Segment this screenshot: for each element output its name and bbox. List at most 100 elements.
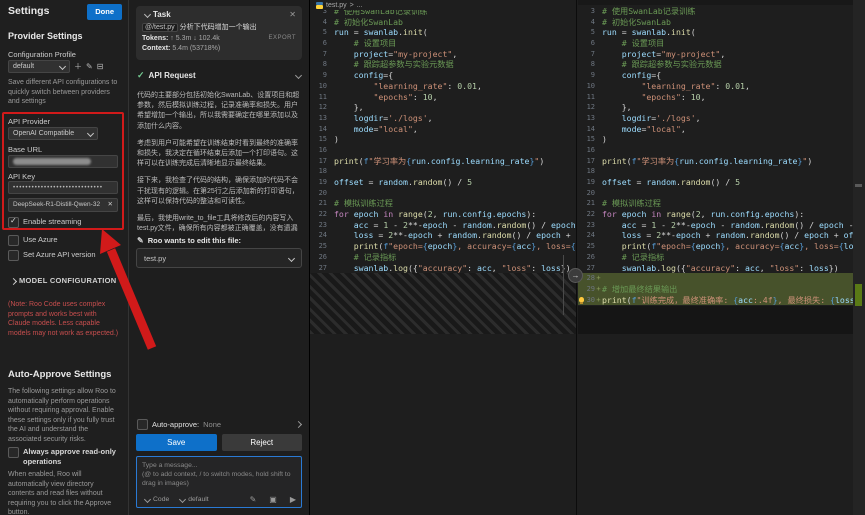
reject-button[interactable]: Reject [222, 434, 303, 451]
set-azure-version-checkbox-row[interactable]: Set Azure API version [8, 250, 96, 261]
code-line[interactable]: 23 acc = 1 - 2**-epoch - random.random()… [578, 220, 865, 231]
breadcrumb[interactable]: test.py > ... [310, 0, 576, 10]
api-key-input[interactable]: ••••••••••••••••••••••••••••• [8, 181, 118, 194]
code-line[interactable]: 6 # 设置项目 [310, 38, 576, 49]
code-line[interactable]: 8 # 跟踪超参数与实验元数据 [578, 59, 865, 70]
pencil-icon: ✎ [137, 236, 144, 245]
enhance-prompt-icon[interactable]: ✎ [250, 495, 257, 504]
profile-select[interactable]: default [8, 60, 70, 73]
message-input[interactable]: Type a message... (@ to add context, / t… [136, 456, 302, 508]
code-line[interactable]: 9 config={ [310, 70, 576, 81]
lightbulb-icon[interactable] [579, 297, 584, 302]
diff-revert-arrow-button[interactable]: → [568, 268, 583, 283]
code-line[interactable]: 10 "learning_rate": 0.01, [578, 81, 865, 92]
api-profile-select[interactable]: default [177, 495, 208, 504]
auto-approve-row[interactable]: Auto-approve: None [137, 419, 301, 430]
add-profile-button[interactable]: ＋ [74, 62, 82, 72]
code-line[interactable]: 16 [578, 145, 865, 156]
model-configuration-toggle[interactable]: MODEL CONFIGURATION [8, 276, 117, 286]
code-line[interactable]: 17print(f"学习率为{run.config.learning_rate}… [310, 156, 576, 167]
code-line[interactable]: 21# 模拟训练过程 [578, 198, 865, 209]
overview-ruler[interactable] [853, 0, 865, 515]
close-task-icon[interactable]: ✕ [289, 10, 296, 19]
code-line[interactable]: 22for epoch in range(2, run.config.epoch… [578, 209, 865, 220]
code-line[interactable]: 18 [310, 166, 576, 177]
code-line[interactable]: 21# 模拟训练过程 [310, 198, 576, 209]
save-button[interactable]: Save [136, 434, 217, 451]
code-line[interactable]: 22for epoch in range(2, run.config.epoch… [310, 209, 576, 220]
code-line[interactable]: 30+print(f"训练完成，最终准确率: {acc:.4f}, 最终损失: … [578, 295, 865, 306]
code-line[interactable]: 15) [310, 134, 576, 145]
code-line[interactable]: 14 mode="local", [310, 124, 576, 135]
enable-streaming-checkbox-row[interactable]: Enable streaming [8, 217, 81, 228]
code-line[interactable]: 16 [310, 145, 576, 156]
mode-select[interactable]: Code [142, 495, 169, 504]
code-line[interactable]: 27 swanlab.log({"accuracy": acc, "loss":… [310, 263, 576, 274]
code-line[interactable]: 8 # 跟踪超参数与实验元数据 [310, 59, 576, 70]
code-line[interactable]: 6 # 设置项目 [578, 38, 865, 49]
code-line[interactable]: 12 }, [310, 102, 576, 113]
python-file-icon [316, 2, 323, 9]
code-line[interactable]: 18 [578, 166, 865, 177]
api-provider-select[interactable]: OpenAI Compatible [8, 127, 98, 140]
code-line[interactable]: 19offset = random.random() / 5 [578, 177, 865, 188]
checkbox-icon[interactable] [8, 447, 19, 458]
model-chip[interactable]: DeepSeek-R1-Distill-Qwen-32 ✕ [8, 198, 118, 212]
code-line[interactable]: 5run = swanlab.init( [310, 27, 576, 38]
code-line[interactable]: 20 [310, 188, 576, 199]
chevron-down-icon[interactable] [144, 11, 151, 18]
chevron-right-icon[interactable] [295, 421, 302, 428]
code-line[interactable]: 20 [578, 188, 865, 199]
code-line[interactable]: 7 project="my-project", [310, 49, 576, 60]
code-line[interactable]: 9 config={ [578, 70, 865, 81]
breadcrumb-more[interactable]: ... [357, 2, 363, 9]
code-line[interactable]: 26 # 记录指标 [578, 252, 865, 263]
checkbox-icon[interactable] [8, 250, 19, 261]
task-file-chip[interactable]: @/test.py [142, 23, 178, 32]
breadcrumb-file[interactable]: test.py [326, 2, 347, 9]
code-line[interactable]: 24 loss = 2**-epoch + random.random() / … [310, 230, 576, 241]
code-line[interactable]: 11 "epochs": 10, [578, 92, 865, 103]
always-approve-checkbox-row[interactable]: Always approve read-only operations [8, 447, 120, 467]
code-line[interactable]: 12 }, [578, 102, 865, 113]
done-button[interactable]: Done [87, 4, 122, 20]
code-line[interactable]: 24 loss = 2**-epoch + random.random() / … [578, 230, 865, 241]
code-line[interactable]: 14 mode="local", [578, 124, 865, 135]
code-line[interactable]: 10 "learning_rate": 0.01, [310, 81, 576, 92]
checkbox-icon[interactable] [8, 235, 19, 246]
code-line[interactable]: 28+ [578, 273, 865, 284]
code-line[interactable]: 25 print(f"epoch={epoch}, accuracy={acc}… [310, 241, 576, 252]
code-line[interactable]: 15) [578, 134, 865, 145]
code-line[interactable]: 5run = swanlab.init( [578, 27, 865, 38]
code-line[interactable]: 13 logdir='./logs', [310, 113, 576, 124]
edit-file-dropdown[interactable]: test.py [136, 248, 302, 268]
base-url-input[interactable] [8, 155, 118, 168]
use-azure-checkbox-row[interactable]: Use Azure [8, 235, 58, 246]
code-line[interactable]: 4# 初始化SwanLab [310, 17, 576, 28]
edit-profile-button[interactable]: ✎ [86, 62, 93, 72]
code-line[interactable]: 25 print(f"epoch={epoch}, accuracy={acc}… [578, 241, 865, 252]
code-line[interactable]: 17print(f"学习率为{run.config.learning_rate}… [578, 156, 865, 167]
scrollbar[interactable] [563, 255, 564, 315]
checkbox-icon[interactable] [137, 419, 148, 430]
code-line[interactable]: 13 logdir='./logs', [578, 113, 865, 124]
code-line[interactable]: 23 acc = 1 - 2**-epoch - random.random()… [310, 220, 576, 231]
add-image-icon[interactable]: ▣ [269, 495, 277, 504]
checkbox-checked-icon[interactable] [8, 217, 19, 228]
code-line[interactable]: 11 "epochs": 10, [310, 92, 576, 103]
code-line[interactable]: 27 swanlab.log({"accuracy": acc, "loss":… [578, 263, 865, 274]
send-icon[interactable]: ▶ [290, 495, 296, 504]
diff-pane-original[interactable]: 3# 使用SwanLab记录训练4# 初始化SwanLab5run = swan… [310, 0, 577, 515]
close-icon[interactable]: ✕ [108, 200, 113, 210]
delete-profile-button[interactable]: ⊟ [97, 62, 104, 72]
code-line[interactable]: 3# 使用SwanLab记录训练 [578, 6, 865, 17]
api-request-row[interactable]: ✓ API Request [137, 70, 301, 81]
code-line[interactable]: 7 project="my-project", [578, 49, 865, 60]
export-button[interactable]: EXPORT [268, 35, 296, 42]
chevron-down-icon[interactable] [295, 72, 302, 79]
diff-pane-modified[interactable]: 3# 使用SwanLab记录训练4# 初始化SwanLab5run = swan… [578, 0, 865, 515]
code-line[interactable]: 29+# 增加最终结果输出 [578, 284, 865, 295]
code-line[interactable]: 26 # 记录指标 [310, 252, 576, 263]
code-line[interactable]: 19offset = random.random() / 5 [310, 177, 576, 188]
code-line[interactable]: 4# 初始化SwanLab [578, 17, 865, 28]
